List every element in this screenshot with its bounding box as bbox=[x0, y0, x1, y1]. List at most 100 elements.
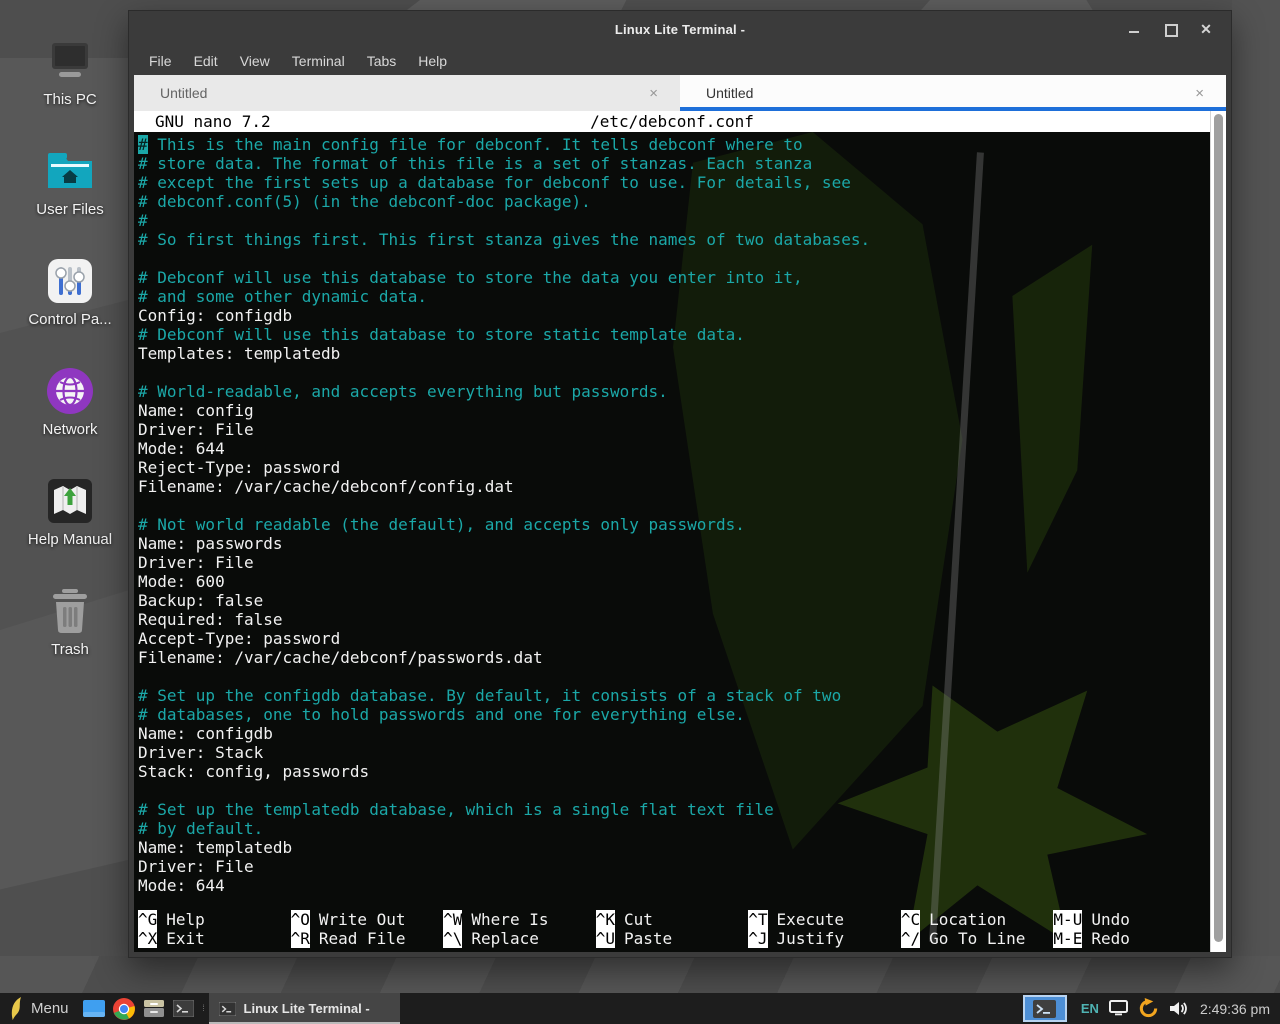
shortcut-label: Cut bbox=[624, 910, 653, 929]
shortcut-key: ^R bbox=[291, 929, 310, 948]
menu-terminal[interactable]: Terminal bbox=[281, 53, 356, 69]
menu-tabs[interactable]: Tabs bbox=[356, 53, 408, 69]
shortcut: ^/Go To Line bbox=[901, 929, 1054, 948]
shortcut: ^J Justify bbox=[748, 929, 901, 948]
tab-close-icon[interactable]: × bbox=[645, 84, 662, 103]
nano-line: # Set up the configdb database. By defau… bbox=[138, 686, 1210, 705]
close-icon[interactable]: ✕ bbox=[1199, 22, 1213, 36]
scrollbar-thumb[interactable] bbox=[1214, 114, 1223, 942]
shortcut-label: Read File bbox=[319, 929, 406, 948]
tray-terminal-indicator[interactable] bbox=[1023, 995, 1067, 1022]
shortcut-key: ^O bbox=[291, 910, 310, 929]
home-folder-icon bbox=[45, 147, 95, 195]
minimize-icon[interactable] bbox=[1127, 22, 1141, 36]
desktop-icon-user-files[interactable]: User Files bbox=[0, 134, 140, 218]
tab-close-icon[interactable]: × bbox=[1191, 84, 1208, 103]
terminal-icon bbox=[1033, 1000, 1056, 1018]
nano-line: Mode: 644 bbox=[138, 439, 1210, 458]
nano-line: Driver: File bbox=[138, 553, 1210, 572]
pc-icon bbox=[44, 37, 96, 85]
shortcut-key: ^J bbox=[748, 929, 767, 948]
shortcut-key: ^\ bbox=[443, 929, 462, 948]
taskbar: Menu ⁞ bbox=[0, 993, 1280, 1024]
menu-file[interactable]: File bbox=[138, 53, 183, 69]
file-cabinet-icon bbox=[144, 1000, 164, 1017]
nano-line: # store data. The format of this file is… bbox=[138, 154, 1210, 173]
linux-lite-logo-icon bbox=[8, 997, 23, 1021]
clock[interactable]: 2:49:36 pm bbox=[1200, 1001, 1270, 1017]
nano-line: # Not world readable (the default), and … bbox=[138, 515, 1210, 534]
control-panel-icon bbox=[47, 257, 93, 305]
maximize-icon[interactable] bbox=[1163, 22, 1177, 36]
taskbar-separator: ⁞ bbox=[199, 993, 209, 1024]
nano-line: Reject-Type: password bbox=[138, 458, 1210, 477]
desktop-icon-trash[interactable]: Trash bbox=[0, 574, 140, 658]
menu-edit[interactable]: Edit bbox=[183, 53, 229, 69]
desktop-icon-network[interactable]: Network bbox=[0, 354, 140, 438]
terminal-scrollbar[interactable] bbox=[1210, 111, 1226, 952]
shortcut-label: Paste bbox=[624, 929, 672, 948]
nano-editor[interactable]: GNU nano 7.2 /etc/debconf.conf # This is… bbox=[134, 111, 1210, 952]
shortcut-label: Exit bbox=[166, 929, 205, 948]
nano-line: Config: configdb bbox=[138, 306, 1210, 325]
task-button-terminal[interactable]: Linux Lite Terminal - bbox=[209, 993, 400, 1024]
nano-line: # World-readable, and accepts everything… bbox=[138, 382, 1210, 401]
tab-1[interactable]: Untitled × bbox=[134, 75, 680, 111]
shortcut-label: Write Out bbox=[319, 910, 406, 929]
window-controls: ✕ bbox=[1127, 22, 1231, 36]
desktop-icon-label: This PC bbox=[43, 91, 96, 108]
desktop-icon-control-pa[interactable]: Control Pa... bbox=[0, 244, 140, 328]
menu-help[interactable]: Help bbox=[407, 53, 458, 69]
desktop-icon-help-manual[interactable]: Help Manual bbox=[0, 464, 140, 548]
tab-label: Untitled bbox=[160, 85, 207, 101]
window-titlebar[interactable]: Linux Lite Terminal - ✕ bbox=[129, 11, 1231, 47]
blue-window-icon bbox=[83, 1000, 105, 1017]
shortcut: ^UPaste bbox=[596, 929, 749, 948]
nano-line: Backup: false bbox=[138, 591, 1210, 610]
menu-view[interactable]: View bbox=[229, 53, 281, 69]
shortcut: ^KCut bbox=[596, 910, 749, 929]
desktop: { "desktop": { "icons": [ { "label": "Th… bbox=[0, 0, 1280, 1024]
keyboard-layout-indicator[interactable]: EN bbox=[1081, 1001, 1099, 1016]
shortcut: ^GHelp bbox=[138, 910, 291, 929]
tab-2-active[interactable]: Untitled× bbox=[680, 75, 1226, 111]
display-tray-icon[interactable] bbox=[1109, 1000, 1128, 1017]
chrome-launcher-icon[interactable] bbox=[109, 993, 139, 1024]
nano-line: # except the first sets up a database fo… bbox=[138, 173, 1210, 192]
terminal-area: GNU nano 7.2 /etc/debconf.conf # This is… bbox=[134, 111, 1226, 952]
desktop-icon-label: Trash bbox=[51, 641, 89, 658]
shortcut: ^O Write Out bbox=[291, 910, 444, 929]
nano-line: Required: false bbox=[138, 610, 1210, 629]
file-manager-launcher-icon[interactable] bbox=[139, 993, 169, 1024]
shortcut-column: ^O Write Out ^R Read File bbox=[291, 910, 444, 948]
nano-line: Name: templatedb bbox=[138, 838, 1210, 857]
desktop-icon-this-pc[interactable]: This PC bbox=[0, 24, 140, 108]
desktop-icon-label: Control Pa... bbox=[28, 311, 111, 328]
network-globe-icon bbox=[46, 367, 94, 415]
wallpaper-shape bbox=[1232, 0, 1280, 1024]
shortcut: ^WWhere Is bbox=[443, 910, 596, 929]
chrome-icon bbox=[113, 998, 135, 1020]
shortcut-key: ^/ bbox=[901, 929, 920, 948]
shortcut-key: M-U bbox=[1053, 910, 1082, 929]
terminal-window: Linux Lite Terminal - ✕ FileEditViewTerm… bbox=[128, 10, 1232, 958]
nano-line: Name: passwords bbox=[138, 534, 1210, 553]
shortcut-label: Justify bbox=[777, 929, 844, 948]
shortcut: ^R Read File bbox=[291, 929, 444, 948]
shortcut-label: Undo bbox=[1091, 910, 1130, 929]
nano-buffer[interactable]: # This is the main config file for debco… bbox=[134, 132, 1210, 895]
shortcut-label: Execute bbox=[777, 910, 844, 929]
desktop-launcher-icon[interactable] bbox=[79, 993, 109, 1024]
update-notifier-tray-icon[interactable] bbox=[1138, 998, 1159, 1019]
terminal-launcher-icon[interactable] bbox=[169, 993, 199, 1024]
monitor-icon bbox=[1109, 1000, 1128, 1017]
nano-titlebar: GNU nano 7.2 /etc/debconf.conf bbox=[134, 111, 1210, 132]
nano-line: # by default. bbox=[138, 819, 1210, 838]
nano-line: Accept-Type: password bbox=[138, 629, 1210, 648]
update-refresh-icon bbox=[1138, 998, 1159, 1019]
menu-button[interactable]: Menu bbox=[0, 993, 79, 1024]
volume-tray-icon[interactable] bbox=[1169, 1000, 1188, 1017]
shortcut-label: Help bbox=[166, 910, 205, 929]
terminal-icon bbox=[173, 1000, 194, 1017]
nano-line: Templates: templatedb bbox=[138, 344, 1210, 363]
